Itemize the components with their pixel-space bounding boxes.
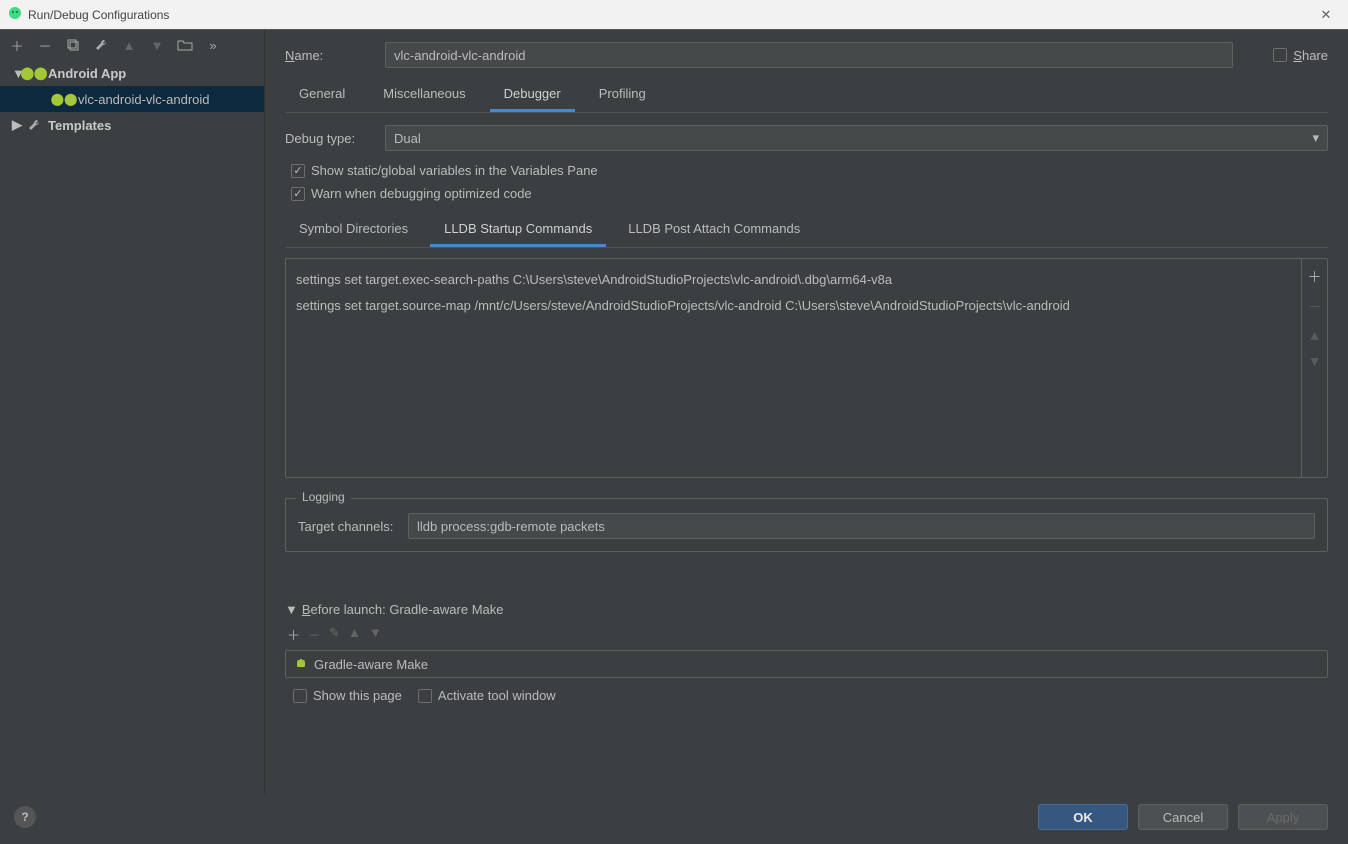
add-icon[interactable]: ＋ <box>1308 267 1322 287</box>
startup-commands-list: settings set target.exec-search-paths C:… <box>285 258 1328 478</box>
close-icon[interactable]: ✕ <box>1312 5 1340 25</box>
show-this-page-label: Show this page <box>313 688 402 703</box>
remove-icon[interactable]: － <box>36 36 54 54</box>
chevron-down-icon: ▼ <box>285 602 298 617</box>
list-controls: ＋ － ▲ ▼ <box>1301 259 1327 477</box>
activate-tool-window-checkbox[interactable] <box>418 689 432 703</box>
sidebar-toolbar: ＋ － ▲ ▼ » <box>0 30 264 60</box>
remove-icon: － <box>1308 297 1322 317</box>
edit-icon: ✎ <box>329 625 340 644</box>
startup-commands-content[interactable]: settings set target.exec-search-paths C:… <box>286 259 1301 477</box>
app-icon <box>8 6 22 23</box>
dialog-footer: ? OK Cancel Apply <box>0 794 1348 844</box>
subtab-lldb-postattach[interactable]: LLDB Post Attach Commands <box>614 215 814 247</box>
folder-icon[interactable] <box>176 36 194 54</box>
before-launch-section: ▼ Before launch: Gradle-aware Make ＋ － ✎… <box>285 602 1328 703</box>
list-item[interactable]: settings set target.source-map /mnt/c/Us… <box>296 293 1291 319</box>
configurations-sidebar: ＋ － ▲ ▼ » ▼ ⬤⬤ Android App <box>0 30 265 794</box>
debug-type-value: Dual <box>394 131 421 146</box>
android-robot-icon <box>294 656 308 673</box>
tab-miscellaneous[interactable]: Miscellaneous <box>369 80 479 112</box>
before-launch-header[interactable]: ▼ Before launch: Gradle-aware Make <box>285 602 1328 617</box>
configurations-tree: ▼ ⬤⬤ Android App ⬤⬤ vlc-android-vlc-andr… <box>0 60 264 794</box>
list-item[interactable]: settings set target.exec-search-paths C:… <box>296 267 1291 293</box>
before-launch-item-label: Gradle-aware Make <box>314 657 428 672</box>
tree-group-templates[interactable]: ▶ Templates <box>0 112 264 138</box>
wrench-icon[interactable] <box>92 36 110 54</box>
tab-general[interactable]: General <box>285 80 359 112</box>
move-down-icon: ▼ <box>148 36 166 54</box>
tab-debugger[interactable]: Debugger <box>490 80 575 112</box>
add-icon[interactable]: ＋ <box>8 36 26 54</box>
share-label: Share <box>1293 48 1328 63</box>
target-channels-label: Target channels: <box>298 519 408 534</box>
activate-tool-window-label: Activate tool window <box>438 688 556 703</box>
target-channels-input[interactable] <box>408 513 1315 539</box>
run-debug-configurations-dialog: Run/Debug Configurations ✕ ＋ － ▲ ▼ » <box>0 0 1348 844</box>
name-input[interactable] <box>385 42 1233 68</box>
tree-group-label: Android App <box>48 66 126 81</box>
titlebar: Run/Debug Configurations ✕ <box>0 0 1348 30</box>
show-static-label: Show static/global variables in the Vari… <box>311 163 598 178</box>
logging-legend: Logging <box>296 490 351 504</box>
tree-item-label: vlc-android-vlc-android <box>78 92 210 107</box>
android-icon: ⬤⬤ <box>26 65 42 81</box>
configuration-main-panel: Name: Share General Miscellaneous Debugg… <box>265 30 1348 794</box>
warn-optimized-checkbox[interactable] <box>291 187 305 201</box>
name-label: Name: <box>285 48 385 63</box>
expand-icon[interactable]: » <box>204 36 222 54</box>
move-up-icon: ▲ <box>348 625 361 644</box>
subtab-lldb-startup[interactable]: LLDB Startup Commands <box>430 215 606 247</box>
window-title: Run/Debug Configurations <box>28 8 1312 22</box>
config-tabs: General Miscellaneous Debugger Profiling <box>285 80 1328 113</box>
tree-group-label: Templates <box>48 118 111 133</box>
move-up-icon: ▲ <box>1308 327 1322 343</box>
logging-fieldset: Logging Target channels: <box>285 498 1328 552</box>
move-down-icon: ▼ <box>369 625 382 644</box>
before-launch-title: Before launch: Gradle-aware Make <box>302 602 504 617</box>
move-up-icon: ▲ <box>120 36 138 54</box>
copy-icon[interactable] <box>64 36 82 54</box>
move-down-icon: ▼ <box>1308 353 1322 369</box>
help-button[interactable]: ? <box>14 806 36 828</box>
ok-button[interactable]: OK <box>1038 804 1128 830</box>
add-icon[interactable]: ＋ <box>287 625 300 644</box>
wrench-icon <box>26 117 42 133</box>
tree-item-vlc-android[interactable]: ⬤⬤ vlc-android-vlc-android <box>0 86 264 112</box>
cancel-button[interactable]: Cancel <box>1138 804 1228 830</box>
debug-type-select[interactable]: Dual ▾ <box>385 125 1328 151</box>
subtab-symbol-directories[interactable]: Symbol Directories <box>285 215 422 247</box>
tab-profiling[interactable]: Profiling <box>585 80 660 112</box>
chevron-right-icon: ▶ <box>12 117 22 133</box>
tree-group-android-app[interactable]: ▼ ⬤⬤ Android App <box>0 60 264 86</box>
list-item[interactable]: Gradle-aware Make <box>286 651 1327 677</box>
debug-type-label: Debug type: <box>285 131 385 146</box>
debugger-subtabs: Symbol Directories LLDB Startup Commands… <box>285 215 1328 248</box>
before-launch-list: Gradle-aware Make <box>285 650 1328 678</box>
apply-button: Apply <box>1238 804 1328 830</box>
show-this-page-checkbox[interactable] <box>293 689 307 703</box>
warn-optimized-label: Warn when debugging optimized code <box>311 186 532 201</box>
share-checkbox[interactable] <box>1273 48 1287 62</box>
show-static-checkbox[interactable] <box>291 164 305 178</box>
android-icon: ⬤⬤ <box>56 91 72 107</box>
before-launch-toolbar: ＋ － ✎ ▲ ▼ <box>285 625 1328 644</box>
remove-icon: － <box>308 625 321 644</box>
chevron-down-icon: ▾ <box>1312 130 1319 146</box>
